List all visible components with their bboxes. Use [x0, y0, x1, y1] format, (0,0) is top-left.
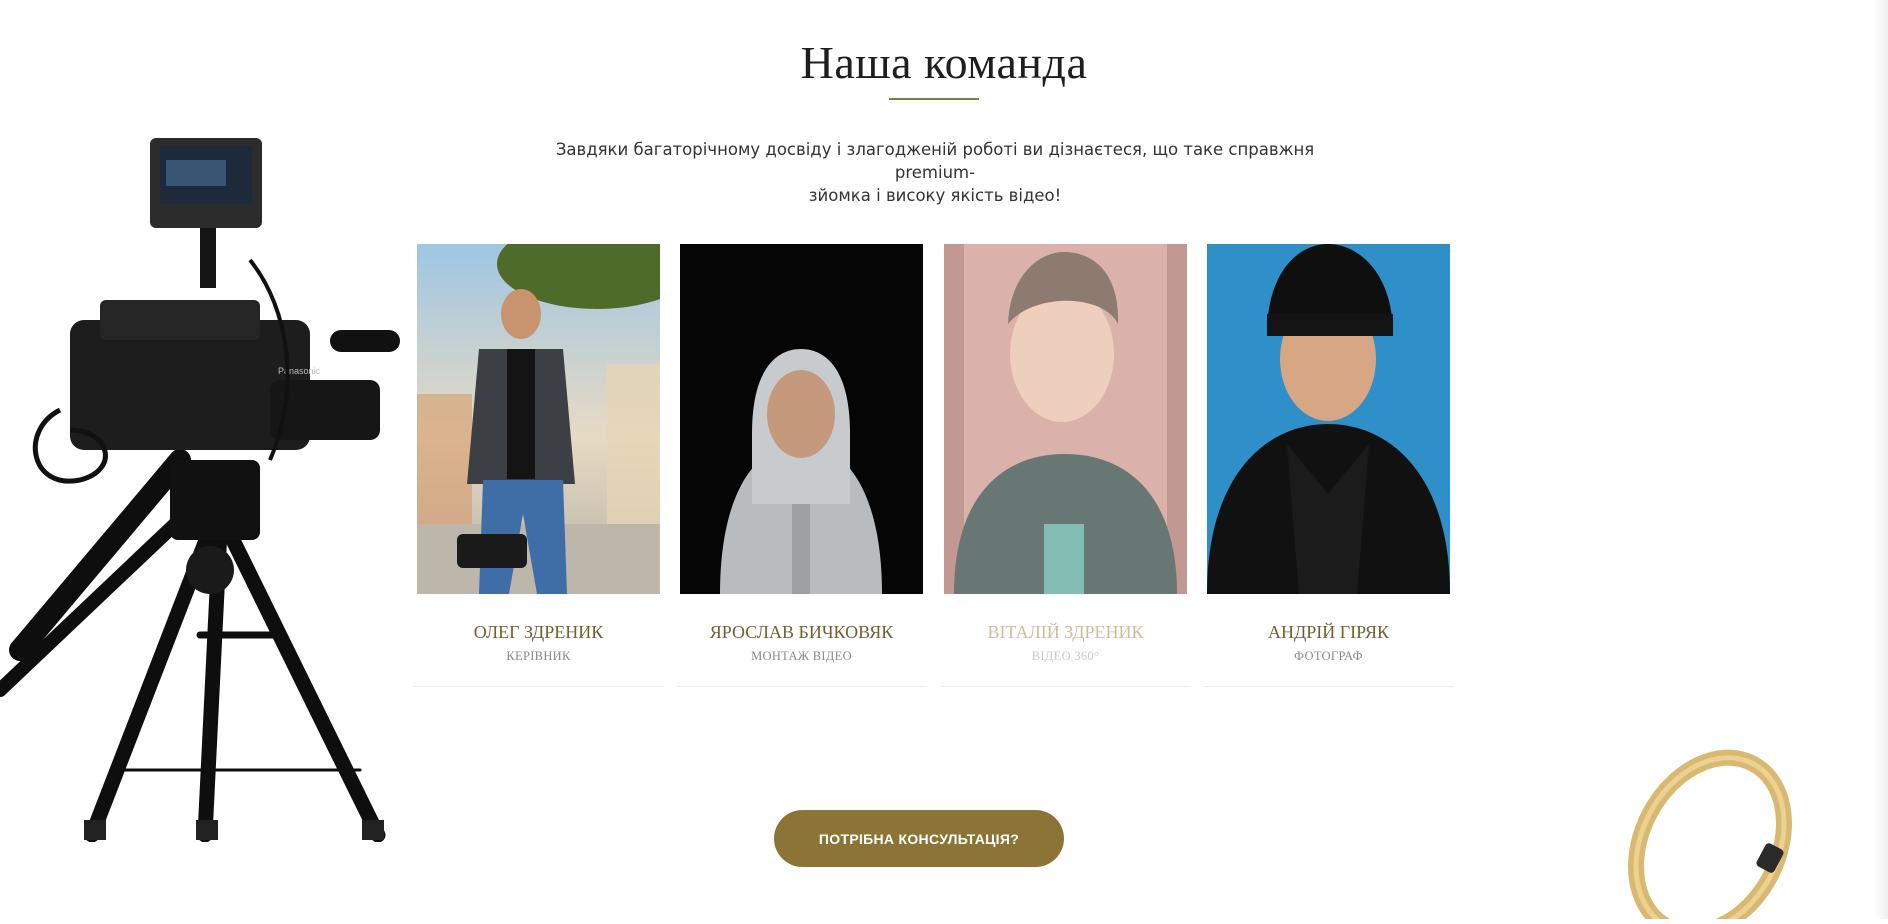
svg-text:Panasonic: Panasonic — [278, 366, 321, 376]
young-man-portrait-photo — [944, 244, 1187, 594]
team-card[interactable]: Андрій Гіряк Фотограф — [1203, 244, 1454, 689]
consultation-button[interactable]: ПОТРІБНА КОНСУЛЬТАЦІЯ? — [774, 810, 1064, 867]
gold-ring-image — [1610, 735, 1810, 924]
member-role: Фотограф — [1294, 649, 1363, 663]
member-name: Ярослав Бичковяк — [709, 622, 894, 642]
team-card[interactable]: Ярослав Бичковяк Монтаж відео — [676, 244, 927, 689]
team-card[interactable]: Олег Здреник Керівник — [413, 244, 664, 689]
member-role: Керівник — [506, 649, 571, 663]
member-role: Відео 360° — [1031, 649, 1100, 663]
section-subtitle: Завдяки багаторічному досвіду і злагодже… — [530, 138, 1340, 207]
card-divider — [1203, 686, 1454, 687]
member-name: Олег Здреник — [473, 622, 604, 642]
section-title: Наша команда — [800, 37, 1088, 88]
subtitle-line-2: зйомка і високу якість відео! — [808, 186, 1062, 205]
man-holding-camera-photo — [417, 244, 660, 594]
video-camera-tripod-image: Panasonic — [0, 130, 410, 843]
right-edge-shadow — [1874, 0, 1888, 919]
member-role: Монтаж відео — [751, 649, 852, 663]
member-name: Андрій Гіряк — [1267, 622, 1390, 642]
card-divider — [940, 686, 1191, 687]
member-name: Віталій Здреник — [987, 622, 1144, 642]
man-in-beanie-photo — [1207, 244, 1450, 594]
subtitle-line-1: Завдяки багаторічному досвіду і злагодже… — [555, 140, 1315, 182]
man-in-hoodie-photo — [680, 244, 923, 594]
card-divider — [676, 686, 927, 687]
title-divider — [889, 98, 979, 100]
team-card[interactable]: Віталій Здреник Відео 360° — [940, 244, 1191, 689]
card-divider — [413, 686, 664, 687]
